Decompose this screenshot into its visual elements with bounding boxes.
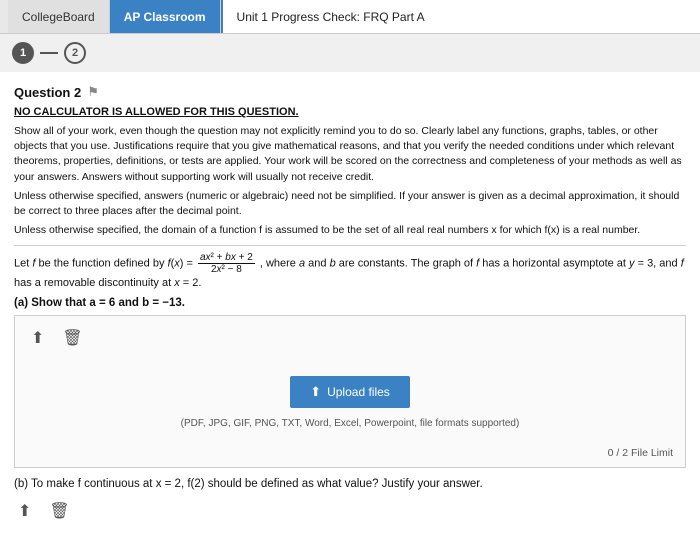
upload-center: ⬆ Upload files (PDF, JPG, GIF, PNG, TXT,… [27, 358, 673, 441]
instruction-3: Unless otherwise specified, the domain o… [14, 223, 686, 238]
part-b-upload-icon-button[interactable]: ⬆ [14, 499, 35, 523]
part-b-label: (b) To make f continuous at x = 2, f(2) … [14, 478, 483, 490]
divider [14, 245, 686, 246]
step-1[interactable]: 1 [12, 42, 34, 64]
step-indicator: 1 2 [0, 34, 700, 72]
instruction-1: Show all of your work, even though the q… [14, 124, 686, 185]
tab-collegeboard[interactable]: CollegeBoard [8, 0, 110, 33]
upload-button-label: Upload files [327, 385, 390, 399]
collegeboard-tab-label: CollegeBoard [22, 10, 95, 24]
function-definition: Let f be the function defined by f(x) = … [14, 252, 686, 292]
tab-ap-classroom[interactable]: AP Classroom [110, 0, 221, 33]
file-limit-row: 0 / 2 File Limit [27, 447, 673, 459]
main-content: Question 2 ⚑ NO CALCULATOR IS ALLOWED FO… [0, 72, 700, 533]
fraction: ax² + bx + 2 2x² − 8 [198, 252, 255, 275]
instruction-2: Unless otherwise specified, answers (num… [14, 189, 686, 219]
step-connector [40, 52, 58, 54]
upload-area: ⬆ 🗑 ⬆ Upload files (PDF, JPG, GIF, PNG, … [14, 315, 686, 468]
top-bar: CollegeBoard AP Classroom Unit 1 Progres… [0, 0, 700, 34]
part-b: (b) To make f continuous at x = 2, f(2) … [14, 476, 686, 493]
tab-title: Unit 1 Progress Check: FRQ Part A [221, 0, 700, 33]
part-a-label: (a) Show that a = 6 and b = −13. [14, 297, 686, 309]
part-b-icons-row: ⬆ 🗑 [14, 499, 686, 523]
step-2[interactable]: 2 [64, 42, 86, 64]
upload-icon-button[interactable]: ⬆ [27, 326, 48, 350]
upload-arrow-icon: ⬆ [310, 384, 321, 400]
title-label: Unit 1 Progress Check: FRQ Part A [237, 10, 425, 24]
file-limit-text: 0 / 2 File Limit [608, 447, 673, 459]
trash-icon-button[interactable]: 🗑 [58, 326, 86, 350]
question-header: Question 2 ⚑ [14, 84, 686, 100]
part-b-trash-icon-button[interactable]: 🗑 [45, 499, 73, 523]
file-formats-text: (PDF, JPG, GIF, PNG, TXT, Word, Excel, P… [181, 418, 520, 429]
upload-icons-row: ⬆ 🗑 [27, 326, 673, 350]
question-number: Question 2 [14, 85, 81, 100]
no-calculator-notice: NO CALCULATOR IS ALLOWED FOR THIS QUESTI… [14, 106, 686, 118]
upload-files-button[interactable]: ⬆ Upload files [290, 376, 410, 408]
flag-icon[interactable]: ⚑ [87, 84, 99, 100]
ap-tab-label: AP Classroom [124, 10, 206, 24]
